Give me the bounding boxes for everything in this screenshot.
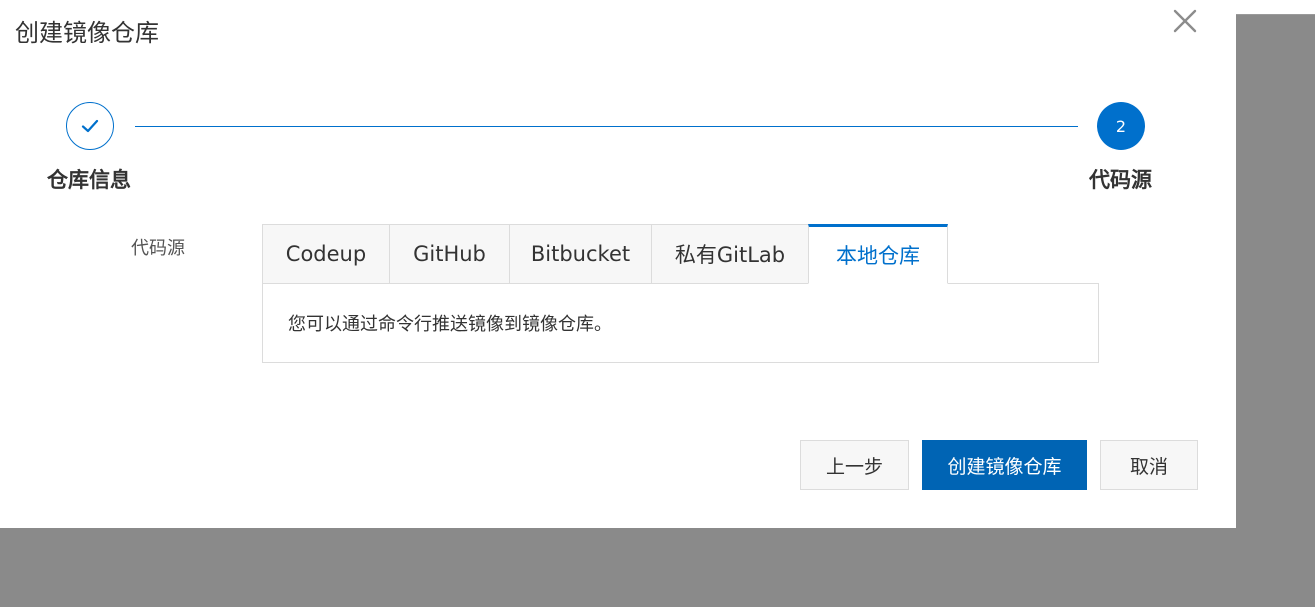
backdrop-page-strip [1236, 0, 1315, 15]
close-button[interactable] [1168, 4, 1202, 38]
tab-github[interactable]: GitHub [389, 224, 509, 284]
step-1-label: 仓库信息 [47, 168, 131, 192]
tab-panel-description: 您可以通过命令行推送镜像到镜像仓库。 [288, 314, 612, 335]
source-tabs: Codeup GitHub Bitbucket 私有GitLab 本地仓库 [262, 224, 948, 284]
create-repository-dialog: 创建镜像仓库 2 仓库信息 代码源 代码源 Codeup GitHub Bitb… [0, 0, 1236, 528]
tab-panel: 您可以通过命令行推送镜像到镜像仓库。 [262, 283, 1099, 363]
tab-bitbucket[interactable]: Bitbucket [509, 224, 651, 284]
tab-local-repository[interactable]: 本地仓库 [808, 224, 948, 284]
check-icon [81, 119, 99, 133]
step-2-indicator: 2 [1097, 102, 1145, 150]
step-2-label: 代码源 [1089, 168, 1152, 192]
tab-codeup[interactable]: Codeup [262, 224, 389, 284]
close-icon [1173, 9, 1197, 33]
previous-step-button[interactable]: 上一步 [800, 440, 909, 490]
step-connector [135, 126, 1078, 127]
tab-private-gitlab[interactable]: 私有GitLab [651, 224, 808, 284]
create-repository-button[interactable]: 创建镜像仓库 [922, 440, 1087, 490]
dialog-title: 创建镜像仓库 [15, 19, 159, 47]
step-1-indicator [66, 102, 114, 150]
cancel-button[interactable]: 取消 [1100, 440, 1198, 490]
source-field-label: 代码源 [131, 238, 185, 259]
